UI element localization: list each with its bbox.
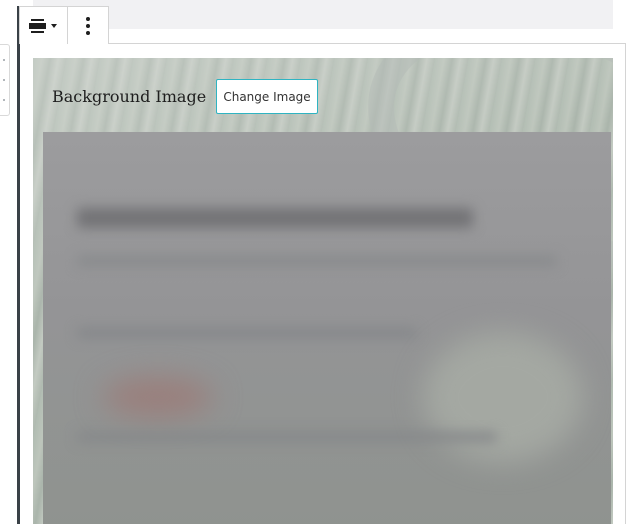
cover-block[interactable]: Background Image Change Image <box>33 58 613 524</box>
drag-handle-icon <box>3 99 5 101</box>
blurred-image-region <box>423 332 583 462</box>
caret-down-icon <box>50 23 57 28</box>
cover-header: Background Image Change Image <box>33 58 613 132</box>
blurred-accent <box>103 377 213 417</box>
blurred-heading <box>77 208 473 228</box>
editor-canvas: Background Image Change Image <box>0 0 640 524</box>
background-image-label: Background Image <box>52 87 207 106</box>
alignment-button[interactable] <box>20 7 68 44</box>
blurred-text-line <box>77 256 557 266</box>
previous-block-area <box>33 0 613 29</box>
change-image-button[interactable]: Change Image <box>216 79 318 114</box>
align-wide-icon <box>28 18 57 33</box>
drag-handle-icon <box>3 79 5 81</box>
block-mover-handle[interactable] <box>0 44 10 116</box>
blurred-text-line <box>77 328 417 338</box>
vertical-ellipsis-icon <box>86 16 90 35</box>
inner-content-preview <box>43 132 611 524</box>
block-selection-indicator <box>17 6 20 524</box>
blurred-text-line <box>77 432 497 442</box>
more-options-button[interactable] <box>68 7 108 44</box>
drag-handle-icon <box>3 59 5 61</box>
block-toolbar <box>19 6 109 44</box>
